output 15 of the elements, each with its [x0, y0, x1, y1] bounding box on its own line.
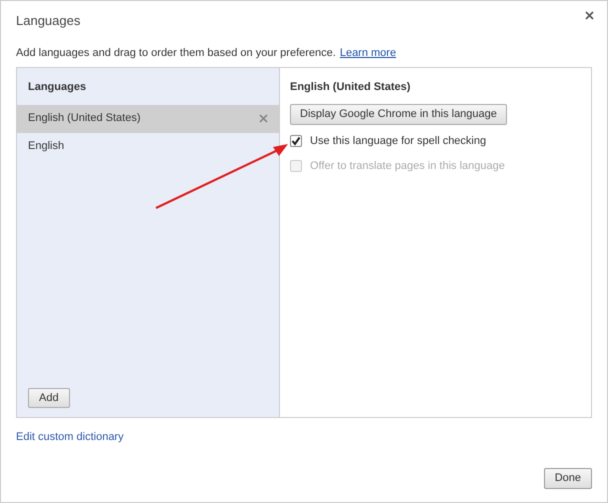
dialog-title: Languages — [16, 12, 80, 30]
checkbox-label: Offer to translate pages in this language — [310, 159, 505, 174]
close-icon[interactable] — [585, 11, 594, 20]
display-language-button[interactable]: Display Google Chrome in this language — [290, 104, 507, 124]
language-item[interactable]: English — [17, 132, 279, 160]
checkbox-label: Use this language for spell checking — [310, 134, 486, 148]
edit-dictionary-link[interactable]: Edit custom dictionary — [16, 429, 124, 446]
add-button[interactable]: Add — [28, 388, 70, 408]
language-heading: English (United States) — [290, 80, 412, 95]
done-button[interactable]: Done — [544, 468, 592, 489]
description-text: Add languages and drag to order them based on your preference. — [16, 46, 336, 60]
checkbox[interactable] — [290, 134, 302, 147]
language-item[interactable]: English (United States) — [17, 104, 279, 132]
learn-more-link[interactable]: Learn more — [340, 44, 396, 61]
list-heading: Languages — [27, 80, 88, 95]
